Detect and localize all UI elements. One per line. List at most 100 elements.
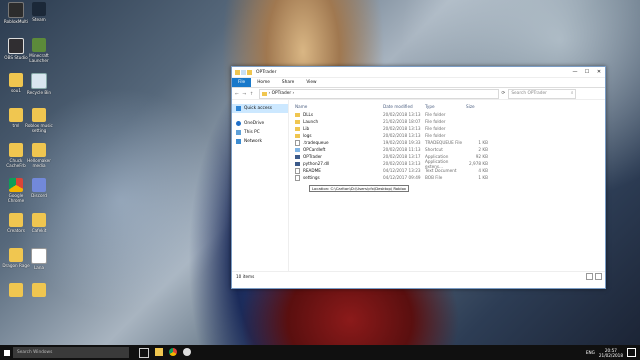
refresh-icon[interactable]: ⟳ bbox=[502, 91, 506, 96]
up-arrow-icon[interactable]: ↑ bbox=[250, 92, 254, 97]
search-placeholder: Search OPTrader bbox=[511, 91, 547, 96]
folder-icon[interactable] bbox=[235, 69, 240, 75]
tab-home[interactable]: Home bbox=[251, 78, 276, 87]
task-view-icon[interactable] bbox=[139, 347, 149, 358]
folder-icon bbox=[9, 283, 23, 297]
file-type: Shortcut bbox=[425, 147, 443, 152]
taskbar: Search Windows ENG 20:57 21/02/2018 bbox=[0, 345, 640, 360]
desktop-icon-label: Lana bbox=[33, 265, 45, 270]
chrome-icon[interactable] bbox=[169, 347, 177, 356]
file-row[interactable]: Launch 21/02/2018 18:07 File folder bbox=[289, 118, 605, 125]
start-button[interactable] bbox=[0, 345, 13, 360]
tray-lang[interactable]: ENG bbox=[586, 350, 595, 355]
file-row[interactable]: README 04/12/2017 13:23 Text Document 4 KB bbox=[289, 167, 605, 174]
file-name: Lib bbox=[303, 126, 310, 131]
file-icon bbox=[295, 174, 300, 181]
desktop-icon[interactable]: Recycle Bin bbox=[23, 73, 55, 95]
column-headers: Name Date modified Type Size bbox=[289, 102, 605, 111]
clock[interactable]: 20:57 21/02/2018 bbox=[599, 348, 623, 358]
desktop-icon[interactable]: Steam bbox=[23, 2, 55, 22]
windows-logo-icon bbox=[3, 349, 10, 356]
file-explorer-icon[interactable] bbox=[155, 347, 163, 356]
column-type[interactable]: Type bbox=[425, 104, 466, 109]
file-name-cell: OPTrader bbox=[289, 154, 383, 159]
desktop-icon[interactable] bbox=[23, 283, 55, 298]
nav-item-network[interactable]: Network bbox=[232, 137, 288, 146]
file-row[interactable]: python27.dll 20/02/2018 13:13 Application … bbox=[289, 159, 605, 169]
tab-file[interactable]: File bbox=[232, 78, 252, 87]
desktop-icon[interactable]: Cafekit bbox=[23, 213, 55, 233]
desktop-icon-label: Steam bbox=[32, 17, 46, 22]
desktop-icon[interactable]: Discord bbox=[23, 178, 55, 198]
desktop-icon[interactable]: Lana bbox=[23, 248, 55, 270]
desktop-icon-label: Google Chrome bbox=[7, 193, 25, 203]
address-row: ← → ↑ › OPTrader › ⟳ Search OPTrader ⌕ bbox=[232, 88, 605, 100]
tab-view[interactable]: View bbox=[300, 78, 322, 87]
item-count: 10 items bbox=[236, 274, 255, 279]
app-icon[interactable] bbox=[183, 347, 191, 356]
nav-label: This PC bbox=[244, 130, 260, 135]
file-name: python27.dll bbox=[303, 161, 330, 166]
file-row[interactable]: OPCardleft 20/02/2018 11:13 Shortcut 2 KB bbox=[289, 146, 605, 153]
folder-icon bbox=[295, 126, 300, 131]
close-button[interactable]: ✕ bbox=[593, 69, 605, 75]
file-list-pane: Name Date modified Type Size DLLs 20/02/2… bbox=[289, 100, 605, 271]
desktop-icon[interactable]: Roblox music setting bbox=[23, 108, 55, 133]
address-bar[interactable]: › OPTrader › bbox=[258, 88, 499, 99]
file-type: File folder bbox=[425, 112, 446, 117]
clock-date: 21/02/2018 bbox=[598, 352, 623, 358]
file-date: 20/02/2018 13:13 bbox=[383, 133, 421, 138]
large-icons-view-icon[interactable] bbox=[595, 273, 602, 280]
file-date: 19/02/2018 19:33 bbox=[383, 140, 421, 145]
file-type: File folder bbox=[425, 126, 446, 131]
file-date: 04/12/2017 13:23 bbox=[383, 168, 421, 173]
nav-label: Quick access bbox=[244, 106, 272, 111]
nav-item-this-pc[interactable]: This PC bbox=[232, 128, 288, 137]
column-name[interactable]: Name bbox=[289, 104, 383, 109]
file-name-cell: OPCardleft bbox=[289, 147, 383, 152]
search-input[interactable]: Search OPTrader ⌕ bbox=[508, 88, 577, 99]
properties-icon[interactable] bbox=[241, 69, 246, 75]
file-date: 20/02/2018 13:13 bbox=[383, 112, 421, 117]
folder-icon bbox=[261, 91, 267, 96]
nav-item-onedrive[interactable]: OneDrive bbox=[232, 119, 288, 128]
file-name: OPCardleft bbox=[303, 147, 326, 152]
file-row[interactable]: DLLs 20/02/2018 13:13 File folder bbox=[289, 111, 605, 118]
notifications-icon[interactable] bbox=[627, 348, 636, 357]
column-date[interactable]: Date modified bbox=[383, 104, 425, 109]
file-name-cell: settings bbox=[289, 174, 383, 181]
file-row[interactable]: Lib 20/02/2018 13:13 File folder bbox=[289, 125, 605, 132]
details-view-icon[interactable] bbox=[586, 273, 593, 280]
minimize-button[interactable]: — bbox=[569, 69, 581, 75]
nav-item-quick-access[interactable]: Quick access bbox=[232, 104, 288, 113]
back-arrow-icon[interactable]: ← bbox=[235, 92, 239, 97]
file-name-cell: logs bbox=[289, 133, 383, 138]
title-bar: OPTrader — ☐ ✕ bbox=[232, 67, 605, 78]
forward-arrow-icon[interactable]: → bbox=[242, 92, 246, 97]
folder-icon bbox=[32, 213, 46, 227]
desktop-icon-label: Recycle Bin bbox=[26, 90, 52, 95]
mc-icon bbox=[32, 38, 46, 52]
search-icon: ⌕ bbox=[570, 91, 574, 96]
tab-share[interactable]: Share bbox=[276, 78, 300, 87]
column-size[interactable]: Size bbox=[466, 104, 496, 109]
address-path: › OPTrader › bbox=[268, 91, 295, 96]
folder-icon bbox=[9, 143, 23, 157]
new-folder-icon[interactable] bbox=[247, 69, 252, 75]
file-row[interactable]: .tradequeue 19/02/2018 19:33 TRADEQUEUE Fi… bbox=[289, 139, 605, 146]
file-list: DLLs 20/02/2018 13:13 File folder Launch 21/… bbox=[289, 111, 605, 181]
steam-icon bbox=[32, 2, 46, 16]
desktop-icon[interactable]: Minecraft Launcher bbox=[23, 38, 55, 63]
maximize-button[interactable]: ☐ bbox=[581, 69, 593, 75]
desktop-icon[interactable]: Hellomaker media bbox=[23, 143, 55, 168]
folder-icon bbox=[32, 143, 46, 157]
file-name: OPTrader bbox=[303, 154, 323, 159]
taskbar-search[interactable]: Search Windows bbox=[13, 347, 129, 358]
file-row[interactable]: logs 20/02/2018 13:13 File folder bbox=[289, 132, 605, 139]
view-toggles bbox=[586, 273, 602, 280]
folder-icon bbox=[295, 119, 300, 124]
file-row[interactable]: settings 04/12/2017 09:49 BOB File 1 KB bbox=[289, 174, 605, 181]
nav-label: OneDrive bbox=[244, 121, 265, 126]
file-size: 2,978 KB bbox=[469, 161, 488, 166]
explorer-body: Quick access OneDrive This PC Network Na… bbox=[232, 100, 605, 271]
